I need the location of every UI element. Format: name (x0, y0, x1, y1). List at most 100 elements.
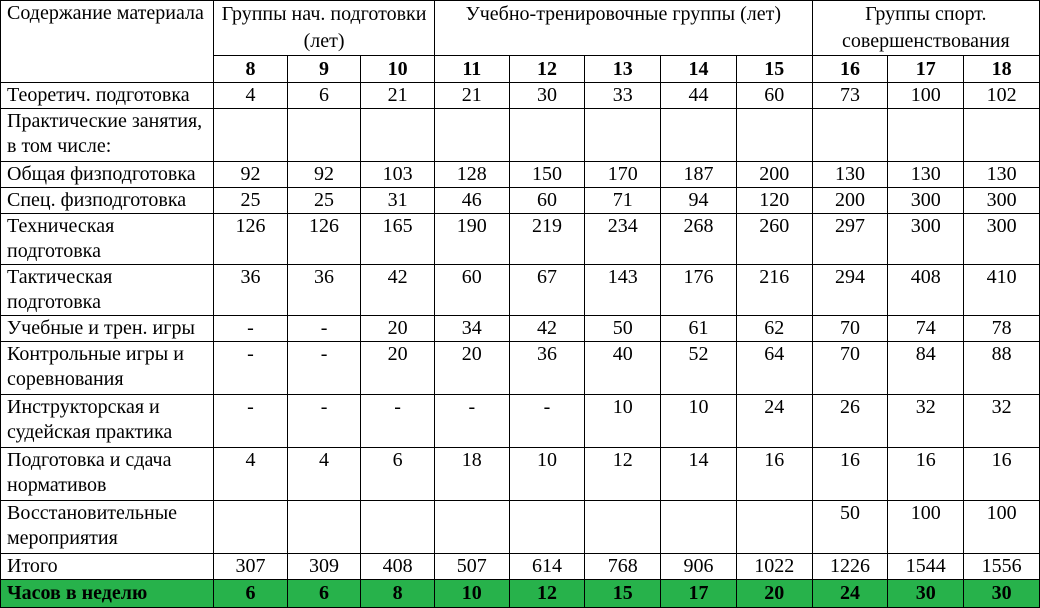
table-cell: 12 (508, 579, 586, 608)
table-cell: 187 (660, 161, 737, 188)
table-cell: 300 (963, 187, 1040, 214)
table-cell: 410 (963, 264, 1040, 316)
table-row: Подготовка и сдача нормативов 4 4 6 18 10 12 14… (0, 447, 1040, 501)
table-cell: - (286, 315, 362, 342)
table-cell: 4 (213, 82, 288, 109)
table-cell: 190 (433, 213, 510, 265)
row-label: Итого (0, 553, 215, 580)
row-label: Теоретич. подготовка (0, 82, 215, 109)
table-cell: 60 (735, 82, 813, 109)
table-cell: 1022 (735, 553, 813, 580)
table-cell: 300 (887, 187, 965, 214)
table-cell: 614 (508, 553, 586, 580)
table-cell: - (433, 394, 510, 448)
table-cell: 1544 (887, 553, 965, 580)
table-cell: 92 (213, 161, 288, 188)
table-cell: 50 (584, 315, 662, 342)
table-cell: 307 (213, 553, 288, 580)
table-cell: 36 (286, 264, 362, 316)
table-cell: 62 (735, 315, 813, 342)
table-cell: 103 (360, 161, 435, 188)
table-row: Восстановительные мероприятия 50 100 100 (0, 500, 1040, 554)
table-cell (584, 500, 662, 554)
table-cell: 21 (433, 82, 510, 109)
table-row: Учебные и трен. игры - -20 34 42 50 61 62 70 74 78 (0, 315, 1040, 342)
table-cell: 15 (584, 579, 662, 608)
table-cell: 150 (508, 161, 586, 188)
table-cell: 234 (584, 213, 662, 265)
table-cell: 408 (887, 264, 965, 316)
age-header: 11 (433, 55, 510, 83)
table-cell: 200 (735, 161, 813, 188)
table-cell: 10 (660, 394, 737, 448)
table-cell: 71 (584, 187, 662, 214)
table-cell: 176 (660, 264, 737, 316)
table-cell (433, 500, 510, 554)
table-cell: 30 (887, 579, 965, 608)
table-cell: 268 (660, 213, 737, 265)
row-label: Контрольные игры и соревнования (0, 341, 215, 395)
table-cell: 24 (811, 579, 889, 608)
table-cell: 300 (887, 213, 965, 265)
age-header: 12 (508, 55, 586, 83)
table-cell: 64 (735, 341, 813, 395)
table-cell: 18 (433, 447, 510, 501)
table-cell (660, 108, 737, 162)
table-cell: 300 (963, 213, 1040, 265)
table-cell: 4 (286, 447, 362, 501)
table-cell (213, 108, 288, 162)
table-cell: 30 (963, 579, 1040, 608)
group-header-advanced: Группы спорт. совершенствования (811, 0, 1040, 56)
table-cell: - (360, 394, 435, 448)
table-cell: 40 (584, 341, 662, 395)
table-cell: 120 (735, 187, 813, 214)
table-cell (213, 500, 288, 554)
table-cell: 30 (508, 82, 586, 109)
table-cell: 10 (508, 447, 586, 501)
age-header: 9 (286, 55, 362, 83)
row-label: Часов в неделю (0, 579, 215, 608)
table-cell (360, 108, 435, 162)
table-row: Тактическая подготовка 36 36 42 60 67 143 176 21… (0, 264, 1040, 316)
table-cell: 102 (963, 82, 1040, 109)
table-cell: - (213, 394, 288, 448)
row-label: Тактическая подготовка (0, 264, 215, 316)
table-cell: 6 (360, 447, 435, 501)
table-cell: 92 (286, 161, 362, 188)
age-header: 16 (811, 55, 889, 83)
table-cell: 219 (508, 213, 586, 265)
table-cell: 16 (887, 447, 965, 501)
table-cell: 260 (735, 213, 813, 265)
table-cell: 100 (963, 500, 1040, 554)
table-cell: 32 (963, 394, 1040, 448)
table-cell: 126 (286, 213, 362, 265)
table-cell: 14 (660, 447, 737, 501)
table-cell: 143 (584, 264, 662, 316)
table-cell: 507 (433, 553, 510, 580)
table-cell: 52 (660, 341, 737, 395)
table-cell: 170 (584, 161, 662, 188)
table-cell: 1226 (811, 553, 889, 580)
table-cell: 73 (811, 82, 889, 109)
age-header: 17 (887, 55, 965, 83)
table-cell: 67 (508, 264, 586, 316)
table-cell: 36 (213, 264, 288, 316)
table-cell (508, 108, 586, 162)
table-cell: 84 (887, 341, 965, 395)
group-header-training: Учебно-тренировочные группы (лет) (433, 0, 813, 56)
table-cell: - (508, 394, 586, 448)
table-cell: 906 (660, 553, 737, 580)
group-header-initial: Группы нач. подготовки (лет) (213, 0, 435, 56)
table-cell (286, 108, 362, 162)
table-cell: 6 (286, 82, 362, 109)
table-cell: 33 (584, 82, 662, 109)
row-label: Общая физподготовка (0, 161, 215, 188)
table-cell: 128 (433, 161, 510, 188)
table-cell: 16 (735, 447, 813, 501)
table-cell (286, 500, 362, 554)
table-cell: - (286, 341, 362, 395)
table-cell: 42 (360, 264, 435, 316)
table-row: Итого 307 309 408 507 614 768 906 1022 1226 1544 15… (0, 553, 1040, 580)
table-cell: 36 (508, 341, 586, 395)
table-cell: 309 (286, 553, 362, 580)
